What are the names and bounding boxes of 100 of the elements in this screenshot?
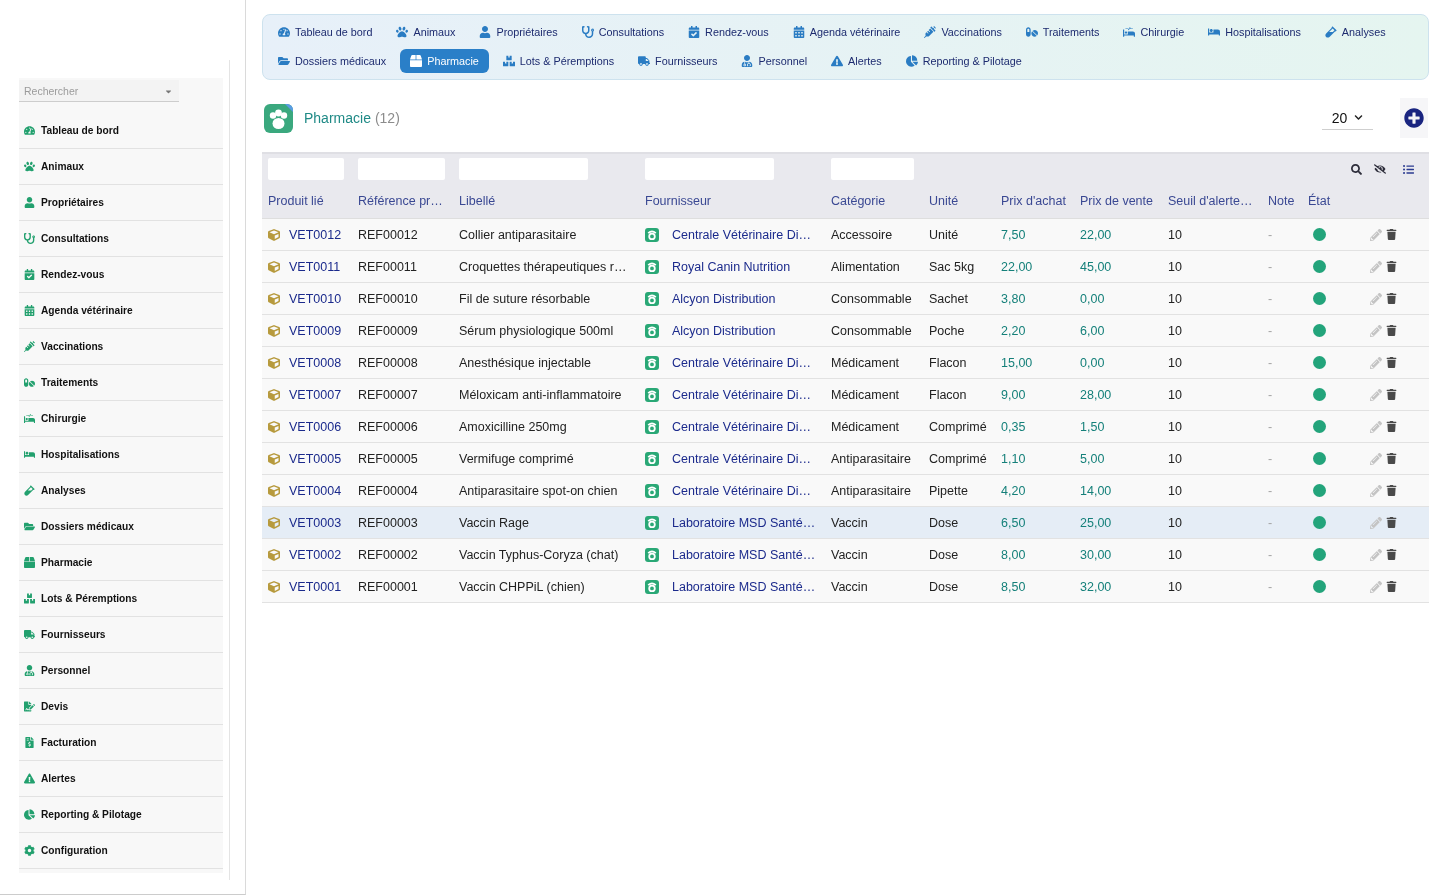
add-button[interactable] bbox=[1400, 98, 1428, 138]
nav-tab[interactable]: Alertes bbox=[821, 49, 892, 73]
product-link[interactable]: VET0010 bbox=[289, 291, 342, 306]
product-link[interactable]: VET0003 bbox=[289, 515, 342, 530]
trash-icon[interactable] bbox=[1386, 517, 1397, 528]
nav-tab[interactable]: Reporting & Pilotage bbox=[895, 49, 1032, 73]
nav-tab[interactable]: Lots & Péremptions bbox=[492, 49, 625, 73]
product-link[interactable]: VET0001 bbox=[289, 579, 342, 594]
sidebar-item[interactable]: Propriétaires bbox=[19, 185, 223, 221]
sidebar-item[interactable]: Chirurgie bbox=[19, 401, 223, 437]
supplier-link[interactable]: Centrale Vétérinaire Di… bbox=[672, 419, 811, 434]
table-row[interactable]: VET0004 REF00004 Antiparasitaire spot-on chien Centrale Vétérinaire Di… Antiparasitaire Pipette 4,20 14,00 10 - bbox=[262, 475, 1429, 507]
trash-icon[interactable] bbox=[1386, 581, 1397, 592]
nav-tab[interactable]: Pharmacie bbox=[400, 49, 489, 73]
table-row[interactable]: VET0009 REF00009 Sérum physiologique 500ml Alcyon Distribution Consommable Poche 2,20 6,00 10 - bbox=[262, 315, 1429, 347]
nav-tab[interactable]: Chirurgie bbox=[1113, 20, 1195, 44]
table-row[interactable]: VET0001 REF00001 Vaccin CHPPiL (chien) Laboratoire MSD Santé… Vaccin Dose 8,50 32,00 10 - bbox=[262, 571, 1429, 603]
supplier-link[interactable]: Centrale Vétérinaire Di… bbox=[672, 227, 811, 242]
table-row[interactable]: VET0002 REF00002 Vaccin Typhus-Coryza (chat) Laboratoire MSD Santé… Vaccin Dose 8,00 30,00 10 - bbox=[262, 539, 1429, 571]
sidebar-item[interactable]: Tableau de bord bbox=[19, 113, 223, 149]
product-link[interactable]: VET0007 bbox=[289, 387, 342, 402]
table-row[interactable]: VET0005 REF00005 Vermifuge comprimé Centrale Vétérinaire Di… Antiparasitaire Comprimé 1,10 5,00 10 - bbox=[262, 443, 1429, 475]
nav-tab[interactable]: Consultations bbox=[571, 20, 675, 44]
table-row[interactable]: VET0008 REF00008 Anesthésique injectable Centrale Vétérinaire Di… Médicament Flacon 15,00 0,00 10 - bbox=[262, 347, 1429, 379]
page-size-select[interactable]: 20 bbox=[1322, 106, 1373, 130]
sidebar-item[interactable]: Agenda vétérinaire bbox=[19, 293, 223, 329]
trash-icon[interactable] bbox=[1386, 421, 1397, 432]
column-header[interactable]: Unité bbox=[923, 184, 995, 218]
table-row[interactable]: VET0006 REF00006 Amoxicilline 250mg Centrale Vétérinaire Di… Médicament Comprimé 0,35 1,50 10 - bbox=[262, 411, 1429, 443]
supplier-link[interactable]: Centrale Vétérinaire Di… bbox=[672, 387, 811, 402]
sidebar-item[interactable]: Facturation bbox=[19, 725, 223, 761]
supplier-link[interactable]: Centrale Vétérinaire Di… bbox=[672, 483, 811, 498]
trash-icon[interactable] bbox=[1386, 389, 1397, 400]
sidebar-item[interactable]: Analyses bbox=[19, 473, 223, 509]
nav-tab[interactable]: Analyses bbox=[1314, 20, 1396, 44]
search-icon[interactable] bbox=[1351, 163, 1362, 175]
trash-icon[interactable] bbox=[1386, 549, 1397, 560]
product-link[interactable]: VET0002 bbox=[289, 547, 342, 562]
sidebar-item[interactable]: Pharmacie bbox=[19, 545, 223, 581]
sidebar-item[interactable]: Configuration bbox=[19, 833, 223, 869]
product-link[interactable]: VET0008 bbox=[289, 355, 342, 370]
column-header[interactable]: Produit lié bbox=[262, 184, 352, 218]
nav-tab[interactable]: Hospitalisations bbox=[1198, 20, 1311, 44]
sidebar-item[interactable]: Lots & Péremptions bbox=[19, 581, 223, 617]
column-header[interactable]: Prix d'achat bbox=[995, 184, 1074, 218]
nav-tab[interactable]: Tableau de bord bbox=[268, 20, 383, 44]
supplier-link[interactable]: Centrale Vétérinaire Di… bbox=[672, 451, 811, 466]
sidebar-item[interactable]: Fournisseurs bbox=[19, 617, 223, 653]
list-icon[interactable] bbox=[1403, 163, 1414, 175]
supplier-link[interactable]: Alcyon Distribution bbox=[672, 323, 776, 338]
column-header[interactable]: Seuil d'alerte… bbox=[1162, 184, 1262, 218]
product-link[interactable]: VET0005 bbox=[289, 451, 342, 466]
trash-icon[interactable] bbox=[1386, 325, 1397, 336]
sidebar-item[interactable]: Vaccinations bbox=[19, 329, 223, 365]
trash-icon[interactable] bbox=[1386, 261, 1397, 272]
table-row[interactable]: VET0007 REF00007 Méloxicam anti-inflammatoire Centrale Vétérinaire Di… Médicament Flacon 9,00 28,00 10 - bbox=[262, 379, 1429, 411]
supplier-link[interactable]: Laboratoire MSD Santé… bbox=[672, 579, 816, 594]
supplier-link[interactable]: Laboratoire MSD Santé… bbox=[672, 547, 816, 562]
product-link[interactable]: VET0004 bbox=[289, 483, 342, 498]
column-header[interactable]: Prix de vente bbox=[1074, 184, 1162, 218]
table-row[interactable]: VET0010 REF00010 Fil de suture résorbable Alcyon Distribution Consommable Sachet 3,80 0,00 10 - bbox=[262, 283, 1429, 315]
product-link[interactable]: VET0006 bbox=[289, 419, 342, 434]
supplier-link[interactable]: Royal Canin Nutrition bbox=[672, 259, 791, 274]
product-link[interactable]: VET0011 bbox=[289, 259, 341, 274]
nav-tab[interactable]: Rendez-vous bbox=[678, 20, 779, 44]
sidebar-item[interactable]: Personnel bbox=[19, 653, 223, 689]
trash-icon[interactable] bbox=[1386, 293, 1397, 304]
sidebar-item[interactable]: Rendez-vous bbox=[19, 257, 223, 293]
table-row[interactable]: VET0012 REF00012 Collier antiparasitaire Centrale Vétérinaire Di… Accessoire Unité 7,50 22,00 10 - bbox=[262, 219, 1429, 251]
column-header[interactable]: Référence pr… bbox=[352, 184, 453, 218]
sidebar-item[interactable]: Alertes bbox=[19, 761, 223, 797]
trash-icon[interactable] bbox=[1386, 357, 1397, 368]
supplier-link[interactable]: Laboratoire MSD Santé… bbox=[672, 515, 816, 530]
table-row[interactable]: VET0003 REF00003 Vaccin Rage Laboratoire MSD Santé… Vaccin Dose 6,50 25,00 10 - bbox=[262, 507, 1429, 539]
supplier-link[interactable]: Alcyon Distribution bbox=[672, 291, 776, 306]
trash-icon[interactable] bbox=[1386, 229, 1397, 240]
column-header[interactable]: État bbox=[1302, 184, 1360, 218]
supplier-link[interactable]: Centrale Vétérinaire Di… bbox=[672, 355, 811, 370]
sidebar-item[interactable]: Hospitalisations bbox=[19, 437, 223, 473]
nav-tab[interactable]: Dossiers médicaux bbox=[268, 49, 397, 73]
product-link[interactable]: VET0009 bbox=[289, 323, 342, 338]
product-link[interactable]: VET0012 bbox=[289, 227, 342, 242]
nav-tab[interactable]: Personnel bbox=[731, 49, 818, 73]
nav-tab[interactable]: Propriétaires bbox=[469, 20, 568, 44]
trash-icon[interactable] bbox=[1386, 453, 1397, 464]
sidebar-item[interactable]: Reporting & Pilotage bbox=[19, 797, 223, 833]
column-header[interactable]: Fournisseur bbox=[639, 184, 825, 218]
column-header[interactable]: Note bbox=[1262, 184, 1302, 218]
sidebar-item[interactable]: Traitements bbox=[19, 365, 223, 401]
column-header[interactable]: Catégorie bbox=[825, 184, 923, 218]
nav-tab[interactable]: Traitements bbox=[1015, 20, 1110, 44]
table-row[interactable]: VET0011 REF00011 Croquettes thérapeutiques r… Royal Canin Nutrition Alimentation Sac 5kg 22,00 45,00 10 - bbox=[262, 251, 1429, 283]
nav-tab[interactable]: Agenda vétérinaire bbox=[782, 20, 911, 44]
nav-tab[interactable]: Vaccinations bbox=[914, 20, 1012, 44]
sidebar-item[interactable]: Animaux bbox=[19, 149, 223, 185]
trash-icon[interactable] bbox=[1386, 485, 1397, 496]
eye-slash-icon[interactable] bbox=[1374, 163, 1386, 175]
search-field[interactable]: Rechercher bbox=[19, 80, 179, 102]
nav-tab[interactable]: Animaux bbox=[386, 20, 466, 44]
column-header[interactable]: Libellé bbox=[453, 184, 639, 218]
